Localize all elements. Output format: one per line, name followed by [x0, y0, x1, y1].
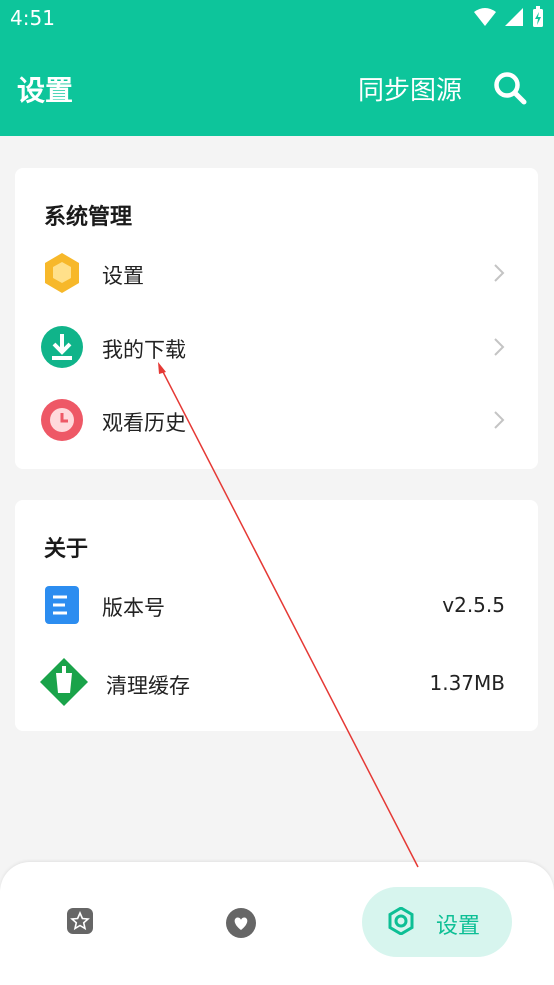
- hexagon-settings-icon: [45, 253, 79, 293]
- bottom-navigation: 设置: [0, 862, 554, 985]
- heart-icon: [226, 908, 256, 938]
- star-icon: [67, 908, 93, 934]
- download-icon: [41, 326, 83, 368]
- chevron-right-icon: [494, 338, 505, 356]
- section-title-about: 关于: [44, 537, 89, 562]
- chevron-right-icon: [494, 264, 505, 282]
- clear-cache-row-label: 清理缓存: [106, 674, 190, 698]
- sync-source-button[interactable]: 同步图源: [358, 70, 462, 107]
- watch-history-row-label: 观看历史: [102, 411, 186, 435]
- status-icons: [474, 6, 544, 28]
- cache-size-value: 1.37MB: [429, 671, 505, 695]
- wifi-icon: [474, 8, 496, 26]
- broom-icon: [40, 658, 88, 706]
- version-row-label: 版本号: [102, 596, 165, 620]
- nav-settings-label: 设置: [436, 914, 481, 939]
- battery-icon: [533, 6, 543, 27]
- version-value: v2.5.5: [442, 593, 505, 617]
- nav-settings[interactable]: 设置: [362, 887, 512, 957]
- gear-icon: [388, 907, 414, 935]
- search-icon[interactable]: [492, 70, 528, 106]
- nav-favorites[interactable]: [66, 907, 94, 935]
- clock-icon: [41, 399, 83, 441]
- status-bar: 4:51: [0, 0, 554, 38]
- status-time: 4:51: [10, 6, 55, 30]
- my-downloads-row-label: 我的下载: [102, 338, 186, 362]
- version-row: 版本号 v2.5.5: [15, 575, 538, 635]
- chevron-right-icon: [494, 411, 505, 429]
- annotation-arrow: [158, 362, 419, 868]
- my-downloads-row[interactable]: 我的下载: [15, 317, 538, 377]
- clear-cache-row[interactable]: 清理缓存 1.37MB: [15, 653, 538, 713]
- watch-history-row[interactable]: 观看历史: [15, 390, 538, 450]
- app-bar: 设置 同步图源: [0, 38, 554, 136]
- system-management-card: 系统管理 设置 我的下载 观看历史: [15, 168, 538, 469]
- settings-row-label: 设置: [102, 264, 144, 288]
- section-title-system: 系统管理: [44, 205, 133, 230]
- page-title: 设置: [17, 74, 74, 107]
- nav-likes[interactable]: [225, 907, 257, 939]
- about-card: 关于 版本号 v2.5.5 清理缓存 1.37MB: [15, 500, 538, 731]
- signal-icon: [505, 8, 523, 26]
- settings-row[interactable]: 设置: [15, 243, 538, 303]
- document-icon: [45, 586, 79, 624]
